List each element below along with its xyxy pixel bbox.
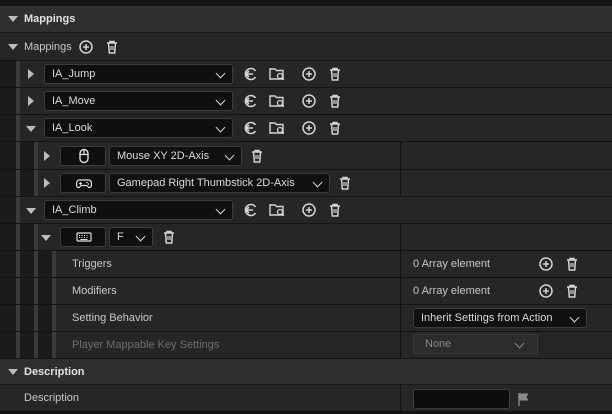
flag-icon[interactable] [516,391,532,407]
chevron-down-icon [215,68,226,79]
triggers-value: 0 Array element [413,258,491,270]
mappings-category-title: Mappings [24,13,76,25]
use-selected-icon[interactable] [243,120,259,136]
description-row: Description [0,385,612,412]
use-selected-icon[interactable] [243,66,259,82]
chevron-down-icon [224,150,235,161]
browse-icon[interactable] [269,120,285,136]
action-row-ia-climb: IA_Climb [0,197,612,224]
trash-icon[interactable] [104,39,120,55]
action-name: IA_Jump [52,68,96,80]
action-select[interactable]: IA_Look [44,118,233,138]
chevron-down-icon [215,95,226,106]
add-icon[interactable] [78,39,94,55]
triggers-row: Triggers 0 Array element [0,251,612,278]
mappings-array-row: Mappings [0,33,612,61]
chevron-down-icon [215,122,226,133]
chevron-down-icon [312,177,323,188]
triggers-label: Triggers [72,258,112,270]
key-row-gamepad: Gamepad Right Thumbstick 2D-Axis [0,170,612,197]
add-icon[interactable] [538,256,554,272]
description-category-header[interactable]: Description [0,359,612,385]
mappings-array-label: Mappings [24,41,72,53]
description-label: Description [24,392,80,404]
setting-behavior-label: Setting Behavior [72,312,153,324]
add-icon[interactable] [301,120,317,136]
action-select[interactable]: IA_Jump [44,64,233,84]
player-mappable-label: Player Mappable Key Settings [72,339,220,351]
trash-icon[interactable] [327,202,343,218]
player-mappable-row: Player Mappable Key Settings None [0,332,612,359]
action-name: IA_Look [52,122,93,134]
chevron-down-icon [514,338,525,349]
key-name: Mouse XY 2D-Axis [117,150,210,162]
description-category-title: Description [24,366,85,378]
expand-arrow-icon[interactable] [28,69,34,79]
gamepad-icon [76,175,92,191]
collapse-arrow-icon[interactable] [8,16,18,22]
chevron-down-icon [215,204,226,215]
add-icon[interactable] [301,202,317,218]
action-row-ia-jump: IA_Jump [0,61,612,88]
keyboard-icon [76,229,92,245]
modifiers-value: 0 Array element [413,285,491,297]
use-selected-icon[interactable] [243,93,259,109]
setting-behavior-select[interactable]: Inherit Settings from Action [413,308,587,328]
expand-arrow-icon[interactable] [41,235,51,241]
key-selector-button[interactable] [60,227,106,247]
action-name: IA_Climb [52,204,97,216]
use-selected-icon[interactable] [243,202,259,218]
modifiers-label: Modifiers [72,285,117,297]
trash-icon[interactable] [337,175,353,191]
add-icon[interactable] [301,93,317,109]
trash-icon[interactable] [161,229,177,245]
trash-icon[interactable] [564,283,580,299]
key-select[interactable]: F [109,227,153,247]
browse-icon[interactable] [269,202,285,218]
trash-icon[interactable] [249,148,265,164]
chevron-down-icon [135,231,146,242]
action-name: IA_Move [52,95,96,107]
player-mappable-select: None [413,334,538,354]
expand-arrow-icon[interactable] [8,44,18,50]
expand-arrow-icon[interactable] [44,151,50,161]
key-row-f: F [0,224,612,251]
expand-arrow-icon[interactable] [44,178,50,188]
player-mappable-value: None [425,338,452,350]
mouse-icon [76,148,92,164]
mappings-category-header[interactable]: Mappings [0,6,612,33]
collapse-arrow-icon[interactable] [8,369,18,375]
key-row-mouse-xy: Mouse XY 2D-Axis [0,142,612,170]
expand-arrow-icon[interactable] [26,208,36,214]
setting-behavior-row: Setting Behavior Inherit Settings from A… [0,305,612,332]
key-selector-button[interactable] [60,146,106,166]
browse-icon[interactable] [269,93,285,109]
chevron-down-icon [569,312,580,323]
modifiers-row: Modifiers 0 Array element [0,278,612,305]
key-selector-button[interactable] [60,173,106,193]
key-select[interactable]: Gamepad Right Thumbstick 2D-Axis [109,173,330,193]
trash-icon[interactable] [564,256,580,272]
trash-icon[interactable] [327,93,343,109]
add-icon[interactable] [301,66,317,82]
description-input[interactable] [413,389,510,409]
key-name: Gamepad Right Thumbstick 2D-Axis [117,177,295,189]
action-row-ia-look: IA_Look [0,115,612,142]
browse-icon[interactable] [269,66,285,82]
trash-icon[interactable] [327,66,343,82]
expand-arrow-icon[interactable] [28,96,34,106]
key-select[interactable]: Mouse XY 2D-Axis [109,146,242,166]
action-select[interactable]: IA_Move [44,91,233,111]
action-row-ia-move: IA_Move [0,88,612,115]
expand-arrow-icon[interactable] [26,126,36,132]
add-icon[interactable] [538,283,554,299]
setting-behavior-value: Inherit Settings from Action [421,312,553,324]
trash-icon[interactable] [327,120,343,136]
action-select[interactable]: IA_Climb [44,200,233,220]
key-name: F [117,231,124,243]
